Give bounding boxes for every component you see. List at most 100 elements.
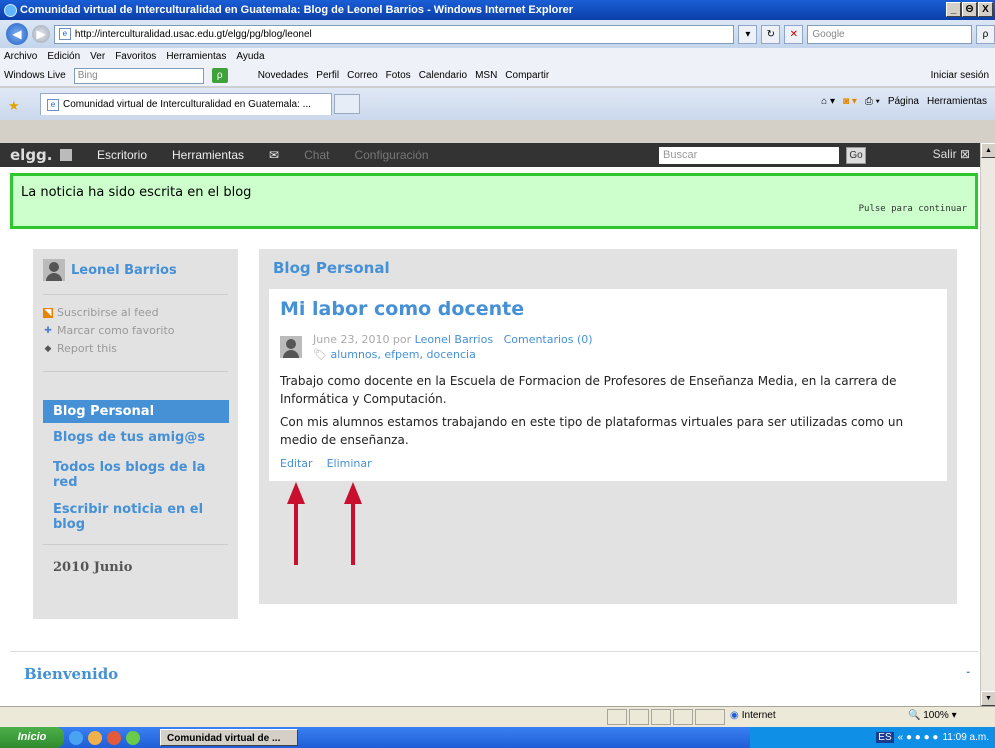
bing-search-input[interactable]: Bing: [73, 67, 204, 84]
menu-ver[interactable]: Ver: [90, 51, 105, 62]
elgg-logo[interactable]: elgg.: [10, 146, 60, 164]
elgg-topbar: elgg. Escritorio Herramientas ✉ Chat Con…: [0, 143, 980, 167]
browser-tab[interactable]: e Comunidad virtual de Interculturalidad…: [40, 93, 332, 115]
owner-name[interactable]: Leonel Barrios: [71, 263, 177, 278]
post-paragraph-2: Con mis alumnos estamos trabajando en es…: [280, 415, 904, 447]
tray-icons[interactable]: « ● ● ● ●: [898, 732, 939, 743]
elgg-search-button[interactable]: Go: [846, 147, 866, 164]
post-comments-link[interactable]: Comentarios (0): [504, 333, 593, 346]
menu-ayuda[interactable]: Ayuda: [236, 51, 264, 62]
tag-icon: 🏷: [313, 348, 327, 361]
address-input[interactable]: e http://interculturalidad.usac.edu.gt/e…: [53, 24, 735, 44]
menu-edicion[interactable]: Edición: [47, 51, 80, 62]
start-button[interactable]: Inicio: [0, 727, 64, 748]
windows-live-toolbar: Windows Live Bing ρ Novedades Perfil Cor…: [0, 65, 995, 87]
messages-icon[interactable]: ✉: [269, 148, 279, 162]
elgg-search-input[interactable]: Buscar: [659, 147, 839, 164]
live-signin-link[interactable]: Iniciar sesión: [931, 70, 989, 81]
close-button[interactable]: X: [978, 2, 993, 17]
sidebar-item-all-blogs[interactable]: Todos los blogs de la red: [53, 460, 223, 490]
post-meta: June 23, 2010 por Leonel Barrios Comenta…: [313, 333, 593, 346]
live-link-correo[interactable]: Correo: [347, 70, 378, 81]
sidebar: Leonel Barrios ◥ Suscribirse al feed ✚ M…: [33, 249, 238, 619]
status-bar: ◉ Internet 🔍 100% ▾: [0, 706, 995, 727]
address-dropdown-icon[interactable]: ▾: [738, 24, 758, 44]
tab-label: Comunidad virtual de Interculturalidad e…: [63, 99, 311, 110]
stop-icon[interactable]: ✕: [784, 24, 804, 44]
owner-block: Leonel Barrios: [43, 259, 177, 281]
ie-icon: [4, 3, 17, 17]
post-author-avatar[interactable]: [280, 336, 302, 358]
archive-month[interactable]: 2010 Junio: [53, 560, 132, 575]
live-link-msn[interactable]: MSN: [475, 70, 497, 81]
windows-live-brand[interactable]: Windows Live: [4, 70, 66, 81]
live-link-fotos[interactable]: Fotos: [386, 70, 411, 81]
system-tray: ES « ● ● ● ● 11:09 a.m.: [750, 727, 995, 748]
live-link-calendario[interactable]: Calendario: [419, 70, 467, 81]
sidebar-item-write-post[interactable]: Escribir noticia en el blog: [53, 502, 223, 532]
scroll-up-icon[interactable]: ▲: [981, 143, 995, 158]
taskbar-ie-window[interactable]: Comunidad virtual de ...: [160, 729, 298, 746]
favorites-star-icon[interactable]: ★: [8, 98, 20, 114]
refresh-icon[interactable]: ↻: [761, 24, 781, 44]
post-title[interactable]: Mi labor como docente: [280, 298, 524, 320]
page-menu[interactable]: Página: [888, 96, 919, 107]
tab-page-icon: e: [47, 98, 59, 111]
user-avatar-icon[interactable]: [60, 149, 72, 161]
vertical-scrollbar[interactable]: ▲ ▼: [980, 143, 995, 706]
page-icon: e: [58, 28, 71, 40]
delete-post-link[interactable]: Eliminar: [327, 457, 372, 470]
annotation-arrow-edit: [294, 502, 298, 565]
forward-button[interactable]: ▶: [31, 25, 50, 43]
post-author-link[interactable]: Leonel Barrios: [415, 333, 493, 346]
live-link-perfil[interactable]: Perfil: [316, 70, 339, 81]
feeds-icon[interactable]: ◙ ▾: [843, 96, 857, 107]
nav-configuracion[interactable]: Configuración: [354, 148, 428, 162]
live-link-novedades[interactable]: Novedades: [258, 70, 309, 81]
sidebar-item-friends-blogs[interactable]: Blogs de tus amig@s: [53, 430, 223, 445]
edit-post-link[interactable]: Editar: [280, 457, 313, 470]
back-button[interactable]: ◀: [6, 23, 28, 45]
nav-escritorio[interactable]: Escritorio: [97, 148, 147, 162]
scroll-down-icon[interactable]: ▼: [981, 691, 995, 706]
post-tags-links[interactable]: alumnos, efpem, docencia: [330, 348, 475, 361]
web-search-input[interactable]: Google: [807, 24, 972, 44]
new-tab-button[interactable]: [334, 94, 360, 114]
tools-menu[interactable]: Herramientas: [927, 96, 987, 107]
nav-herramientas[interactable]: Herramientas: [172, 148, 244, 162]
menu-favoritos[interactable]: Favoritos: [115, 51, 156, 62]
success-notice[interactable]: La noticia ha sido escrita en el blog Pu…: [10, 173, 978, 229]
menu-archivo[interactable]: Archivo: [4, 51, 37, 62]
quicklaunch-1-icon[interactable]: [69, 730, 83, 745]
security-zone[interactable]: ◉ Internet: [730, 710, 776, 721]
quicklaunch-2-icon[interactable]: [88, 730, 102, 745]
owner-avatar[interactable]: [43, 259, 65, 281]
post-date: June 23, 2010 por: [313, 333, 412, 346]
subscribe-feed-link[interactable]: ◥ Suscribirse al feed: [43, 306, 159, 319]
address-url: http://interculturalidad.usac.edu.gt/elg…: [74, 28, 312, 40]
welcome-collapse-button[interactable]: -: [966, 666, 970, 678]
bing-search-icon[interactable]: ρ: [211, 68, 228, 83]
minimize-button[interactable]: _: [946, 2, 961, 17]
logout-link[interactable]: Salir ⊠: [933, 147, 970, 161]
restore-button[interactable]: Θ: [962, 2, 977, 17]
bookmark-link[interactable]: ✚ Marcar como favorito: [43, 324, 174, 337]
quicklaunch-3-icon[interactable]: [107, 730, 121, 745]
window-titlebar: Comunidad virtual de Interculturalidad e…: [0, 0, 995, 20]
report-link[interactable]: ◆ Report this: [43, 342, 118, 355]
menu-herramientas[interactable]: Herramientas: [166, 51, 226, 62]
zoom-level[interactable]: 🔍 100% ▾: [908, 710, 957, 721]
home-icon[interactable]: ⌂ ▾: [821, 96, 835, 107]
notice-dismiss[interactable]: Pulse para continuar: [859, 204, 967, 214]
sidebar-item-blog-personal[interactable]: Blog Personal: [43, 400, 229, 423]
annotation-arrow-delete: [351, 502, 355, 565]
tray-language-icon[interactable]: ES: [876, 732, 894, 743]
live-link-compartir[interactable]: Compartir: [505, 70, 549, 81]
print-icon[interactable]: ⎙ ▾: [865, 96, 880, 107]
nav-chat[interactable]: Chat: [304, 148, 329, 162]
notice-message: La noticia ha sido escrita en el blog: [21, 185, 252, 200]
command-bar: ⌂ ▾ ◙ ▾ ⎙ ▾ Página Herramientas: [821, 96, 987, 107]
quicklaunch-4-icon[interactable]: [126, 730, 140, 745]
search-icon[interactable]: ρ: [976, 24, 995, 44]
welcome-widget: Bienvenido -: [10, 651, 978, 706]
